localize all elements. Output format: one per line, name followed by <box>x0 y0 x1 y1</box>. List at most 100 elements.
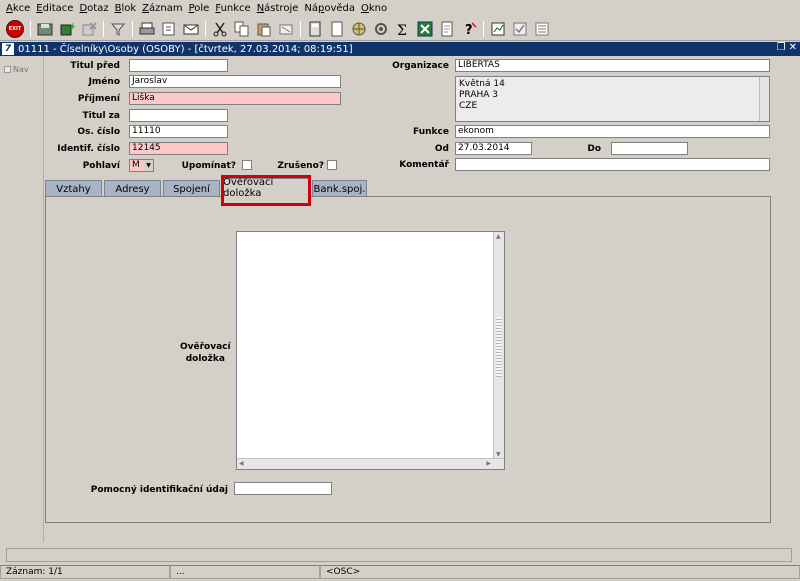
menu-zaznam[interactable]: Záznam <box>139 3 185 14</box>
close-window-icon[interactable]: ✕ <box>789 42 797 53</box>
nav-label: Nav <box>13 65 29 74</box>
toolbar-separator <box>30 21 31 37</box>
tools-icon[interactable] <box>372 21 389 38</box>
page-icon[interactable] <box>328 21 345 38</box>
nav-icon <box>4 66 11 73</box>
add-record-icon[interactable]: + <box>58 21 75 38</box>
filter-icon[interactable] <box>109 21 126 38</box>
globe-icon[interactable] <box>350 21 367 38</box>
do-field[interactable] <box>611 142 688 155</box>
organizace-field[interactable]: LIBERTAS <box>455 59 770 72</box>
sum-icon[interactable]: Σ <box>394 21 411 38</box>
nav-pane: Nav <box>0 57 44 542</box>
menu-blok[interactable]: Blok <box>112 3 140 14</box>
menu-napoveda[interactable]: Nápověda <box>301 3 358 14</box>
tab-bank-spoj[interactable]: Bank.spoj. <box>312 180 367 197</box>
menu-okno[interactable]: Okno <box>358 3 390 14</box>
upominat-checkbox[interactable] <box>242 160 252 170</box>
titul-pred-field[interactable] <box>129 59 228 72</box>
scroll-down-icon[interactable]: ▼ <box>496 451 501 458</box>
zruseno-label: Zrušeno? <box>277 161 324 171</box>
address-line-street: Květná 14 <box>459 79 505 89</box>
print-icon[interactable] <box>138 21 155 38</box>
window-title-bar: 7 01111 - Číselníky\Osoby (OSOBY) - [čtv… <box>0 42 800 56</box>
toolbar-separator <box>300 21 301 37</box>
menu-funkce[interactable]: Funkce <box>212 3 253 14</box>
os-cislo-field[interactable]: 11110 <box>129 125 228 138</box>
exit-button[interactable]: EXIT <box>6 20 24 38</box>
titul-za-label: Titul za <box>82 111 120 121</box>
address-box[interactable]: Květná 14 PRAHA 3 CZE <box>455 76 770 122</box>
delete-record-icon[interactable] <box>80 21 97 38</box>
menu-dotaz[interactable]: Dotaz <box>76 3 111 14</box>
tab-overovaci-dolozka[interactable]: Ověřovací doložka <box>222 177 310 199</box>
cut-icon[interactable] <box>211 21 228 38</box>
report-icon[interactable] <box>489 21 506 38</box>
scroll-left-icon[interactable]: ◀ <box>239 460 244 467</box>
funkce-label: Funkce <box>413 127 449 137</box>
scroll-thumb[interactable] <box>496 317 502 377</box>
pomocny-field[interactable] <box>234 482 332 495</box>
mail-icon[interactable] <box>182 21 199 38</box>
nav-button[interactable]: Nav <box>4 65 29 74</box>
status-bar: Záznam: 1/1 ... <OSC> <box>0 548 800 581</box>
od-field[interactable]: 27.03.2014 <box>455 142 532 155</box>
menu-akce[interactable]: Akce <box>3 3 33 14</box>
window-title: 01111 - Číselníky\Osoby (OSOBY) - [čtvrt… <box>18 43 353 55</box>
save-icon[interactable] <box>36 21 53 38</box>
menu-pole[interactable]: Pole <box>186 3 213 14</box>
menu-editace[interactable]: Editace <box>33 3 76 14</box>
address-line-city: PRAHA 3 <box>459 90 498 100</box>
excel-icon[interactable] <box>416 21 433 38</box>
status-ellipsis: ... <box>170 565 320 579</box>
toolbar: EXIT + Σ ? <box>0 18 800 41</box>
titul-pred-label: Titul před <box>70 61 120 71</box>
check-icon[interactable] <box>511 21 528 38</box>
message-line <box>6 548 792 562</box>
tab-adresy[interactable]: Adresy <box>104 180 161 197</box>
copy-icon[interactable] <box>233 21 250 38</box>
status-record-count: Záznam: 1/1 <box>0 565 170 579</box>
attach-icon[interactable] <box>160 21 177 38</box>
doloska-label: Ověřovací doložka <box>180 342 231 364</box>
komentar-field[interactable] <box>455 158 770 171</box>
os-cislo-label: Os. číslo <box>77 127 120 137</box>
pohlavi-label: Pohlaví <box>82 161 120 171</box>
paste-icon[interactable] <box>255 21 272 38</box>
jmeno-field[interactable]: Jaroslav <box>129 75 341 88</box>
funkce-field[interactable]: ekonom <box>455 125 770 138</box>
menu-nastroje[interactable]: Nástroje <box>254 3 302 14</box>
vertical-scrollbar[interactable]: ▲ ▼ <box>493 232 504 459</box>
help-icon[interactable]: ? <box>460 21 477 38</box>
address-scrollbar[interactable] <box>759 77 769 121</box>
calculator-icon[interactable] <box>306 21 323 38</box>
address-line-country: CZE <box>459 101 478 111</box>
od-label: Od <box>434 144 449 154</box>
horizontal-scrollbar[interactable]: ◀ ▶ <box>237 458 504 469</box>
pohlavi-value: M <box>132 160 140 170</box>
chevron-down-icon[interactable]: ▼ <box>144 160 153 171</box>
prijmeni-field[interactable]: Liška <box>129 92 341 105</box>
toolbar-separator <box>483 21 484 37</box>
pohlavi-select[interactable]: M ▼ <box>129 159 154 172</box>
clear-icon[interactable] <box>277 21 294 38</box>
svg-text:+: + <box>69 22 75 32</box>
komentar-label: Komentář <box>399 160 449 170</box>
organizace-label: Organizace <box>392 61 449 71</box>
scroll-right-icon[interactable]: ▶ <box>486 460 491 467</box>
titul-za-field[interactable] <box>129 109 228 122</box>
toolbar-separator <box>103 21 104 37</box>
scroll-up-icon[interactable]: ▲ <box>496 233 501 240</box>
do-label: Do <box>587 144 601 154</box>
list-icon[interactable] <box>533 21 550 38</box>
status-mode: <OSC> <box>320 565 800 579</box>
tab-vztahy[interactable]: Vztahy <box>45 180 102 197</box>
doc-icon[interactable] <box>438 21 455 38</box>
upominat-label: Upomínat? <box>181 161 236 171</box>
jmeno-label: Jméno <box>88 77 120 87</box>
identif-cislo-field[interactable]: 12145 <box>129 142 228 155</box>
tab-spojeni[interactable]: Spojení <box>163 180 220 197</box>
restore-window-icon[interactable]: ❐ <box>777 42 786 53</box>
dolozka-textarea[interactable]: ▲ ▼ ◀ ▶ <box>236 231 505 470</box>
zruseno-checkbox[interactable] <box>327 160 337 170</box>
